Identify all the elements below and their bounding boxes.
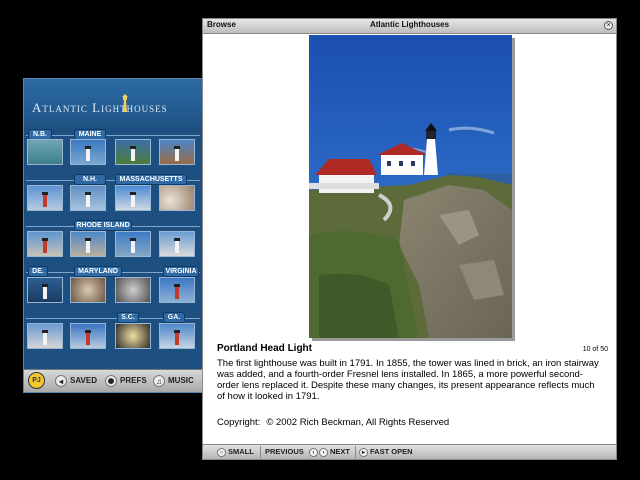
- thumbnail-ri-3[interactable]: [159, 231, 195, 257]
- thumbnail-ma-3[interactable]: [27, 231, 63, 257]
- region-label-maryland: Maryland: [75, 267, 121, 276]
- small-icon: ○: [217, 447, 226, 457]
- thumbnail-maine-2[interactable]: [115, 139, 151, 165]
- thumbnail-nh-1[interactable]: [70, 185, 106, 211]
- thumbnail-nb-1[interactable]: [27, 139, 63, 165]
- music-icon: ♫: [153, 374, 165, 387]
- region-label-nh: N.H.: [75, 175, 105, 184]
- image-counter: 10 of 50: [582, 346, 608, 353]
- toolbar-divider: [260, 446, 261, 458]
- close-icon[interactable]: ×: [604, 21, 613, 30]
- logo: PJ: [28, 372, 45, 389]
- photo-description: The first lighthouse was built in 1791. …: [217, 358, 599, 402]
- lighthouse-icon: [122, 94, 128, 112]
- thumbnail-me-4[interactable]: [27, 185, 63, 211]
- thumbnail-md-2[interactable]: [115, 277, 151, 303]
- window-label: Browse: [207, 20, 236, 29]
- window-titlebar[interactable]: Browse Atlantic Lighthouses ×: [203, 19, 616, 34]
- copyright-label: Copyright:: [217, 417, 261, 428]
- back-icon: ◂: [55, 374, 67, 387]
- region-label-ga: GA.: [164, 313, 184, 322]
- copyright-text: © 2002 Rich Beckman, All Rights Reserved: [266, 417, 450, 428]
- panel-title: Atlantic Lighthouses: [32, 100, 168, 115]
- thumbnail-ri-2[interactable]: [115, 231, 151, 257]
- thumbnail-va-2[interactable]: [27, 323, 63, 349]
- thumbnail-ma-1[interactable]: [115, 185, 151, 211]
- photo-title: Portland Head Light: [217, 343, 312, 354]
- region-label-rhode-island: Rhode Island: [75, 221, 131, 230]
- previous-button[interactable]: PREVIOUS ‹: [265, 447, 320, 457]
- browse-window: Browse Atlantic Lighthouses × Portland H…: [202, 18, 617, 460]
- window-title: Atlantic Lighthouses: [369, 20, 450, 29]
- panel-header: Atlantic Lighthouses: [24, 79, 202, 125]
- copyright-line: Copyright: © 2002 Rich Beckman, All Right…: [217, 417, 449, 428]
- prefs-button[interactable]: ✺ PREFS: [105, 374, 147, 388]
- saved-button[interactable]: ◂ SAVED: [55, 374, 97, 388]
- thumbnail-ga-1[interactable]: [159, 323, 195, 349]
- region-label-de: DE.: [29, 267, 47, 276]
- row-divider: [26, 135, 200, 136]
- thumbnail-maine-3[interactable]: [159, 139, 195, 165]
- region-label-maine: Maine: [75, 130, 105, 139]
- chevron-right-icon: ›: [319, 447, 328, 457]
- thumbnail-va-1[interactable]: [159, 277, 195, 303]
- thumbnail-sc-1[interactable]: [115, 323, 151, 349]
- small-button[interactable]: ○ SMALL: [217, 447, 254, 457]
- thumbnail-maine-1[interactable]: [70, 139, 106, 165]
- music-button[interactable]: ♫ MUSIC: [153, 374, 194, 388]
- fast-open-icon: ▸: [359, 447, 368, 457]
- toolbar-divider: [355, 446, 356, 458]
- region-label-nb: N.B.: [29, 130, 51, 139]
- thumbnail-ma-2[interactable]: [159, 185, 195, 211]
- region-label-massachusetts: Massachusetts: [116, 175, 186, 184]
- thumbnail-de-1[interactable]: [27, 277, 63, 303]
- region-label-virginia: Virginia: [164, 267, 198, 276]
- panel-toolbar: PJ ◂ SAVED ✺ PREFS ♫ MUSIC: [24, 369, 202, 392]
- lighthouse-index-panel: Atlantic Lighthouses N.B. Maine N.H. Mas…: [23, 78, 203, 393]
- browse-toolbar: ○ SMALL PREVIOUS ‹ › NEXT ▸ FAST OPEN: [203, 444, 616, 459]
- chevron-left-icon: ‹: [308, 447, 318, 457]
- thumbnail-ri-1[interactable]: [70, 231, 106, 257]
- next-button[interactable]: › NEXT: [319, 447, 350, 457]
- gear-icon: ✺: [105, 374, 117, 387]
- thumbnail-md-1[interactable]: [70, 277, 106, 303]
- lighthouse-photo: [309, 35, 512, 338]
- thumbnail-nc-1[interactable]: [70, 323, 106, 349]
- region-label-sc: S.C.: [118, 313, 138, 322]
- fast-open-button[interactable]: ▸ FAST OPEN: [359, 447, 413, 457]
